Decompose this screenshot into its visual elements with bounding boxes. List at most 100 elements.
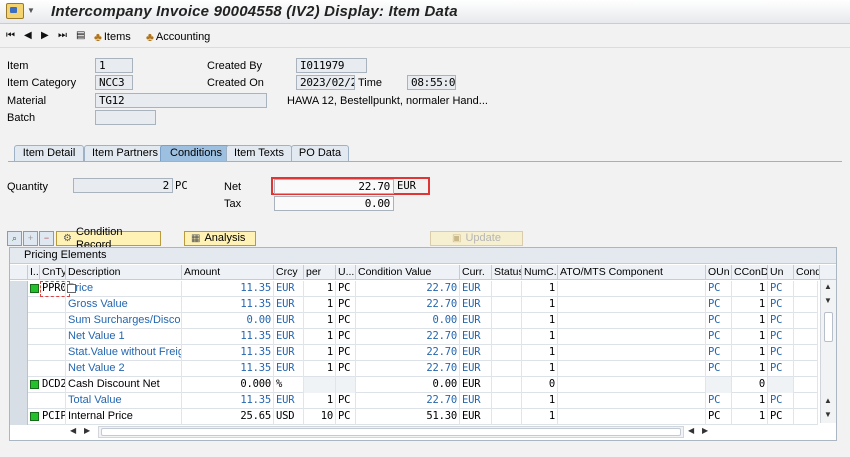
scroll-up-step-icon[interactable]: ▼ — [824, 296, 832, 305]
analysis-button[interactable]: ▦ Analysis — [184, 231, 256, 246]
row-selector[interactable] — [10, 361, 28, 377]
scroll-up-icon[interactable]: ▲ — [824, 282, 832, 291]
table-row[interactable]: Total Value 11.35 EUR 1 PC 22.70 EUR 1 PC 1 PC — [10, 393, 818, 409]
row-selector[interactable] — [10, 393, 28, 409]
cell-cval: 22.70 — [356, 361, 460, 377]
next-item-icon[interactable]: ▶ — [41, 30, 49, 41]
row-selector[interactable] — [10, 297, 28, 313]
time-label: Time — [358, 77, 383, 89]
table-row[interactable]: PCIP Internal Price 25.65 USD 10 PC 51.30 EUR 1 P… — [10, 409, 818, 425]
table-row[interactable]: PPR0 Price 11.35 EUR 1 PC 22.70 EUR 1 PC 1 PC — [10, 281, 818, 297]
tab-item-partners[interactable]: Item Partners — [84, 145, 166, 162]
tab-conditions[interactable]: Conditions — [160, 145, 232, 162]
cell-cnty[interactable] — [40, 345, 66, 361]
row-selector[interactable] — [10, 281, 28, 297]
col-un[interactable]: Un — [768, 265, 794, 280]
scroll-left-icon[interactable]: ◀ — [70, 426, 76, 435]
last-item-icon[interactable]: ⏭ — [58, 30, 67, 41]
scroll-down-step-icon[interactable]: ▲ — [824, 396, 832, 405]
cell-desc[interactable]: Price — [66, 281, 182, 297]
condition-record-button[interactable]: ⚙ Condition Record — [56, 226, 161, 251]
tab-item-texts[interactable]: Item Texts — [226, 145, 292, 162]
delete-row-icon[interactable]: − — [39, 231, 54, 246]
created-on-field[interactable]: 2023/02/24 — [296, 75, 355, 90]
document-flow-icon[interactable]: ▤ — [76, 30, 85, 41]
tax-value-field[interactable]: 0.00 — [274, 196, 394, 211]
col-condi[interactable]: Condi — [794, 265, 820, 280]
tab-po-data[interactable]: PO Data — [291, 145, 349, 162]
copy-icon[interactable] — [67, 284, 76, 293]
scroll-left-step-icon[interactable]: ◀ — [688, 426, 694, 435]
col-condition-value[interactable]: Condition Value — [356, 265, 460, 280]
col-amount[interactable]: Amount — [182, 265, 274, 280]
insert-row-icon[interactable]: + — [23, 231, 38, 246]
cell-un: PC — [768, 281, 794, 297]
cell-cnty[interactable]: PPR0 — [40, 281, 66, 297]
cell-desc[interactable]: Sum Surcharges/Discounts — [66, 313, 182, 329]
items-button[interactable]: ♣ Items — [94, 29, 131, 45]
horizontal-scrollbar[interactable] — [98, 426, 684, 438]
cell-cnty[interactable]: PCIP — [40, 409, 66, 425]
table-row[interactable]: Sum Surcharges/Discounts0.00EUR1PC0.00EU… — [10, 313, 818, 329]
col-oun[interactable]: OUn — [706, 265, 732, 280]
table-row[interactable]: Stat.Value without Freight 11.35 EUR 1 PC 22.… — [10, 345, 818, 361]
created-by-field[interactable]: I011979 — [296, 58, 367, 73]
first-item-icon[interactable]: ⏮ — [6, 30, 15, 41]
table-row[interactable]: Gross Value 11.35 EUR 1 PC 22.70 EUR 1 PC 1 PC — [10, 297, 818, 313]
item-category-field[interactable]: NCC3 — [95, 75, 133, 90]
horizontal-scroll-thumb[interactable] — [101, 428, 681, 436]
col-description[interactable]: Description — [66, 265, 182, 280]
chevron-down-icon[interactable]: ▼ — [27, 6, 35, 15]
col-inactive[interactable]: I... — [28, 265, 40, 280]
cell-desc[interactable]: Gross Value — [66, 297, 182, 313]
cell-desc[interactable]: Net Value 2 — [66, 361, 182, 377]
cell-cnty[interactable]: DCD2 — [40, 377, 66, 393]
col-crcy[interactable]: Crcy — [274, 265, 304, 280]
col-curr[interactable]: Curr. — [460, 265, 492, 280]
scroll-right-icon[interactable]: ▶ — [702, 426, 708, 435]
item-field[interactable]: 1 — [95, 58, 133, 73]
row-selector[interactable] — [10, 329, 28, 345]
cell-oun: PC — [706, 329, 732, 345]
scroll-down-icon[interactable]: ▼ — [824, 410, 832, 419]
batch-field[interactable] — [95, 110, 156, 125]
table-row[interactable]: DCD2 Cash Discount Net 0.000% 0.00 EUR 0 0 — [10, 377, 818, 393]
quantity-field[interactable]: 2 — [73, 178, 173, 193]
col-status[interactable]: Status — [492, 265, 522, 280]
material-field[interactable]: TG12 — [95, 93, 267, 108]
cell-cnty[interactable] — [40, 329, 66, 345]
vertical-scroll-thumb[interactable] — [824, 312, 833, 342]
row-selector[interactable] — [10, 313, 28, 329]
net-value-field[interactable]: 22.70 — [274, 179, 394, 194]
vertical-scrollbar[interactable]: ▲ ▼ ▲ ▼ — [820, 280, 836, 423]
col-uom[interactable]: U... — [336, 265, 356, 280]
cell-desc[interactable]: Stat.Value without Freight — [66, 345, 182, 361]
row-selector[interactable] — [10, 409, 28, 425]
time-field[interactable]: 08:55:00 — [407, 75, 456, 90]
col-numc[interactable]: NumC... — [522, 265, 558, 280]
col-ato-mts-component[interactable]: ATO/MTS Component — [558, 265, 706, 280]
cell-cnty[interactable] — [40, 297, 66, 313]
cell-cnty[interactable] — [40, 393, 66, 409]
row-selector[interactable] — [10, 377, 28, 393]
cell-cnty[interactable] — [40, 361, 66, 377]
update-button[interactable]: ▣ Update — [430, 231, 523, 246]
col-ccond[interactable]: CConDe — [732, 265, 768, 280]
cell-desc[interactable]: Net Value 1 — [66, 329, 182, 345]
cell-ccond: 1 — [732, 361, 768, 377]
cell-desc[interactable]: Internal Price — [66, 409, 182, 425]
table-row[interactable]: Net Value 1 11.35 EUR 1 PC 22.70 EUR 1 PC 1 PC — [10, 329, 818, 345]
scroll-right-step-icon[interactable]: ▶ — [84, 426, 90, 435]
cell-desc[interactable]: Cash Discount Net — [66, 377, 182, 393]
cell-desc[interactable]: Total Value — [66, 393, 182, 409]
table-row[interactable]: Net Value 2 11.35 EUR 1 PC 22.70 EUR 1 PC 1 PC — [10, 361, 818, 377]
row-selector[interactable] — [10, 345, 28, 361]
details-icon[interactable]: ⌕ — [7, 231, 22, 246]
col-cnty[interactable]: CnTy — [40, 265, 66, 280]
cell-cnty[interactable] — [40, 313, 66, 329]
app-menu-icon[interactable] — [6, 3, 24, 19]
col-per[interactable]: per — [304, 265, 336, 280]
tab-item-detail[interactable]: Item Detail — [14, 145, 84, 162]
accounting-button[interactable]: ♣ Accounting — [146, 29, 210, 45]
previous-item-icon[interactable]: ◀ — [24, 30, 32, 41]
